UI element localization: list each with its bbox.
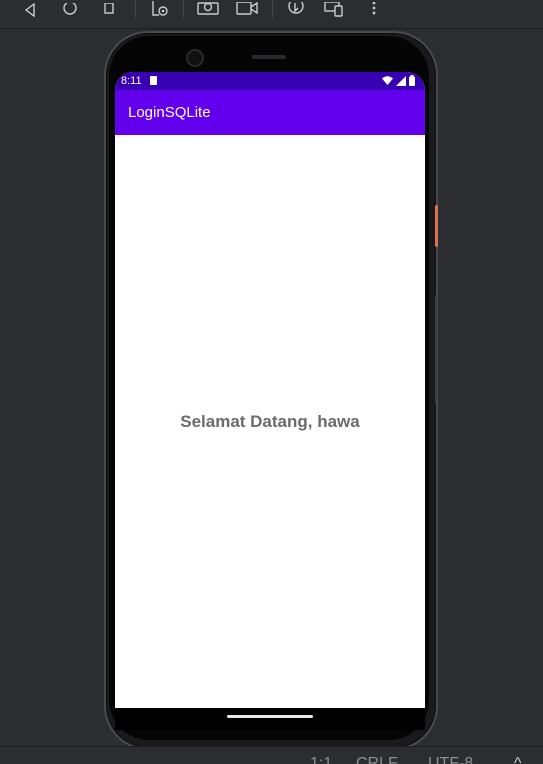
chevron-up-icon[interactable]: ^ (514, 755, 522, 764)
toolbar-divider (135, 0, 136, 18)
earpiece-speaker (252, 55, 286, 59)
emulator-toolbar (0, 0, 543, 29)
toolbar-divider (183, 0, 184, 18)
overview-square-icon[interactable] (97, 0, 121, 20)
home-circle-icon[interactable] (58, 0, 82, 20)
screenshot-camera-icon[interactable] (196, 0, 220, 20)
power-button[interactable] (435, 205, 438, 247)
app-title: LoginSQLite (128, 104, 211, 121)
status-icons (382, 75, 415, 86)
home-gesture-pill[interactable] (227, 715, 313, 718)
device-screen[interactable]: 8:11 LoginSQLite Selamat Datang, hawa (115, 72, 425, 708)
line-separator[interactable]: CRLF (356, 755, 398, 764)
app-content: Selamat Datang, hawa (115, 135, 425, 708)
device-manager-icon[interactable] (323, 0, 347, 20)
device-settings-icon[interactable] (148, 0, 172, 20)
welcome-text: Selamat Datang, hawa (180, 412, 360, 431)
sd-card-icon (150, 76, 157, 85)
screen-record-icon[interactable] (235, 0, 259, 20)
android-status-bar: 8:11 (115, 72, 425, 90)
front-camera (186, 49, 204, 67)
emulator-window: 8:11 LoginSQLite Selamat Datang, hawa 1:… (0, 0, 543, 764)
back-triangle-icon[interactable] (18, 0, 42, 20)
signal-icon (396, 75, 406, 86)
more-vertical-icon[interactable] (362, 0, 386, 20)
toolbar-divider (272, 0, 273, 18)
battery-icon (409, 75, 415, 86)
ide-status-bar: 1:1 CRLF UTF-8 ^ (0, 746, 543, 764)
status-time: 8:11 (121, 75, 142, 87)
caret-position[interactable]: 1:1 (310, 755, 332, 764)
file-encoding[interactable]: UTF-8 (428, 755, 473, 764)
app-bar: LoginSQLite (115, 90, 425, 135)
wifi-icon (382, 75, 393, 85)
rotate-icon[interactable] (284, 0, 308, 20)
volume-rocker[interactable] (435, 295, 437, 405)
gesture-nav-area (115, 708, 425, 730)
